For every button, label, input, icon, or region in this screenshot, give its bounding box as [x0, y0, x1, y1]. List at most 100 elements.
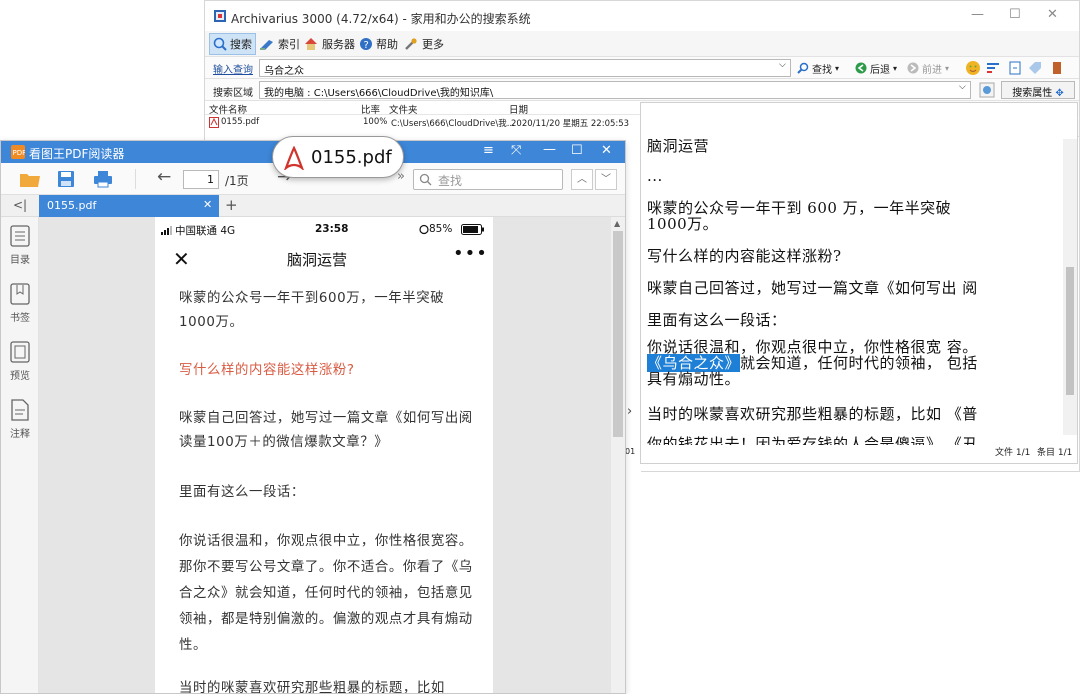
preview-icon: [10, 341, 30, 363]
battery-percent: 85%: [429, 223, 453, 235]
area-properties-button[interactable]: 搜索属性 ✥: [1001, 81, 1075, 99]
pdf-title: 看图王PDF阅读器: [29, 147, 125, 161]
save-icon[interactable]: [57, 170, 75, 188]
status-left-num: 01: [625, 447, 636, 456]
viewer-scroll-thumb[interactable]: [1066, 267, 1074, 395]
new-tab-button[interactable]: +: [225, 196, 238, 214]
sidebar-item-toc[interactable]: 目录: [1, 225, 39, 266]
maximize-button[interactable]: ☐: [1009, 7, 1021, 22]
svg-text:?: ?: [364, 40, 369, 51]
magnifier-icon: [213, 37, 227, 51]
col-date[interactable]: 日期: [509, 102, 528, 116]
area-properties-label: 搜索属性: [1012, 88, 1053, 99]
col-folder[interactable]: 文件夹: [389, 102, 418, 116]
viewer-line-9-rest: 就会知道，任何时代的领袖， 包括: [740, 354, 978, 372]
area-dropdown-arrow[interactable]: ⌵: [959, 82, 966, 92]
back-button[interactable]: 后退 ▾: [855, 57, 897, 79]
more-button[interactable]: 更多: [403, 33, 444, 55]
query-label: 输入查询: [213, 65, 253, 76]
pdf-scrollbar[interactable]: ▲: [611, 217, 625, 693]
col-filename[interactable]: 文件名称: [209, 102, 247, 116]
area-input[interactable]: 我的电脑 : C:\Users\666\CloudDrive\我的知识库\: [259, 81, 971, 99]
article-paragraph-1: 咪蒙的公众号一年干到600万，一年半突破1000万。: [179, 291, 445, 330]
search-input[interactable]: 查找: [413, 169, 563, 190]
search-next-button[interactable]: ﹀: [595, 169, 617, 190]
viewer-scrollbar[interactable]: [1063, 139, 1077, 435]
result-date: 2020/11/20 星期五 22:05:53: [511, 119, 630, 129]
pdf-page: 中国联通 4G 23:58 85% ✕ 脑洞运营 ••• 咪蒙的公众号一年干到6…: [155, 217, 493, 693]
sidebar-toggle[interactable]: <|: [13, 198, 27, 212]
forward-button[interactable]: 前进 ▾: [907, 57, 949, 79]
book-icon[interactable]: [1049, 60, 1065, 76]
server-button[interactable]: 服务器: [303, 33, 355, 55]
viewer-line-3: 咪蒙的公众号一年干到 600 万，一年半突破: [647, 199, 952, 217]
carrier-label: 中国联通 4G: [175, 225, 236, 237]
prev-page-button[interactable]: ←: [157, 167, 171, 187]
search-button[interactable]: 搜索: [209, 33, 256, 55]
help-button-label: 帮助: [376, 38, 398, 51]
tab-close-icon[interactable]: ✕: [203, 198, 212, 211]
pdf-scroll-thumb[interactable]: [613, 231, 623, 437]
badge-filename: 0155.pdf: [311, 147, 392, 168]
result-filename: 0155.pdf: [221, 117, 260, 127]
export-icon[interactable]: [1007, 60, 1023, 76]
pdf-reader-window: PDF 看图王PDF阅读器 ≡ ⤧ — ☐ ✕ ← 1 /1页 → » 查找 ︿…: [0, 140, 626, 694]
result-row[interactable]: 0155.pdf 100% C:\Users\666\CloudDrive\我.…: [205, 115, 641, 129]
search-icon: [419, 173, 432, 186]
sort-icon[interactable]: [985, 60, 1001, 76]
result-ratio: 100%: [363, 117, 388, 127]
find-button-label: 查找: [812, 64, 832, 76]
toolbar-divider: [135, 169, 136, 189]
index-button-label: 索引: [278, 38, 300, 51]
viewer-line-9: 《乌合之众》就会知道，任何时代的领袖， 包括: [647, 354, 978, 372]
phone-status-bar: 中国联通 4G 23:58 85%: [161, 223, 487, 237]
close-icon[interactable]: ✕: [173, 247, 190, 271]
menu-icon[interactable]: ≡: [483, 143, 494, 158]
pdf-close-button[interactable]: ✕: [601, 143, 612, 158]
print-icon[interactable]: [93, 170, 113, 188]
query-row: 输入查询 乌合之众 ⌵ 查找 ▾ 后退 ▾ 前进 ▾: [205, 57, 1079, 79]
archivarius-title-bar: Archivarius 3000 (4.72/x64) - 家用和办公的搜索系统…: [205, 1, 1079, 33]
minimize-button[interactable]: —: [971, 7, 984, 22]
smiley-icon[interactable]: [965, 60, 981, 76]
svg-text:PDF: PDF: [13, 149, 26, 157]
sidebar-item-annotation[interactable]: 注释: [1, 399, 39, 440]
signal-icon: [161, 226, 172, 235]
status-item: 条目 1/1: [1037, 448, 1073, 458]
archivarius-title: Archivarius 3000 (4.72/x64) - 家用和办公的搜索系统: [231, 12, 531, 26]
filename-callout-badge: 0155.pdf: [272, 136, 404, 178]
sidebar-item-bookmark[interactable]: 书签: [1, 283, 39, 324]
index-button[interactable]: 索引: [259, 33, 300, 55]
viewer-line-8: 你说话很温和，你观点很中立，你性格很宽 容。: [647, 338, 978, 356]
pane-splitter-arrow[interactable]: ›: [627, 404, 632, 419]
fullscreen-icon[interactable]: ⤧: [511, 143, 521, 158]
text-viewer: 脑洞运营 ... 咪蒙的公众号一年干到 600 万，一年半突破 1000万。 写…: [640, 102, 1078, 464]
sidebar-preview-label: 预览: [10, 371, 30, 382]
more-options-icon[interactable]: •••: [453, 243, 488, 264]
phone-time: 23:58: [315, 223, 349, 235]
annotation-icon: [11, 399, 29, 421]
find-button[interactable]: 查找 ▾: [797, 57, 839, 79]
query-dropdown-arrow[interactable]: ⌵: [779, 60, 786, 70]
sidebar-item-preview[interactable]: 预览: [1, 341, 39, 382]
viewer-line-10: 具有煽动性。: [647, 370, 741, 388]
scroll-up-arrow[interactable]: ▲: [614, 219, 620, 228]
search-prev-button[interactable]: ︿: [571, 169, 593, 190]
open-folder-icon[interactable]: [19, 170, 41, 188]
close-button[interactable]: ✕: [1047, 7, 1058, 22]
tab-0155pdf[interactable]: 0155.pdf ✕: [39, 195, 219, 217]
query-input[interactable]: 乌合之众: [259, 59, 791, 77]
page-number-input[interactable]: 1: [183, 170, 219, 189]
result-folder: C:\Users\666\CloudDrive\我...: [391, 119, 515, 129]
area-label: 搜索区域: [213, 88, 253, 99]
toc-icon: [10, 225, 30, 247]
search-button-label: 搜索: [230, 38, 252, 51]
server-icon: [305, 38, 317, 50]
help-button[interactable]: ? 帮助: [359, 33, 398, 55]
area-settings-icon[interactable]: [979, 82, 995, 98]
tag-icon[interactable]: [1027, 60, 1043, 76]
pdf-minimize-button[interactable]: —: [543, 142, 556, 157]
col-ratio[interactable]: 比率: [361, 102, 380, 116]
pdf-maximize-button[interactable]: ☐: [571, 143, 583, 158]
lock-rotation-icon: [419, 224, 429, 235]
